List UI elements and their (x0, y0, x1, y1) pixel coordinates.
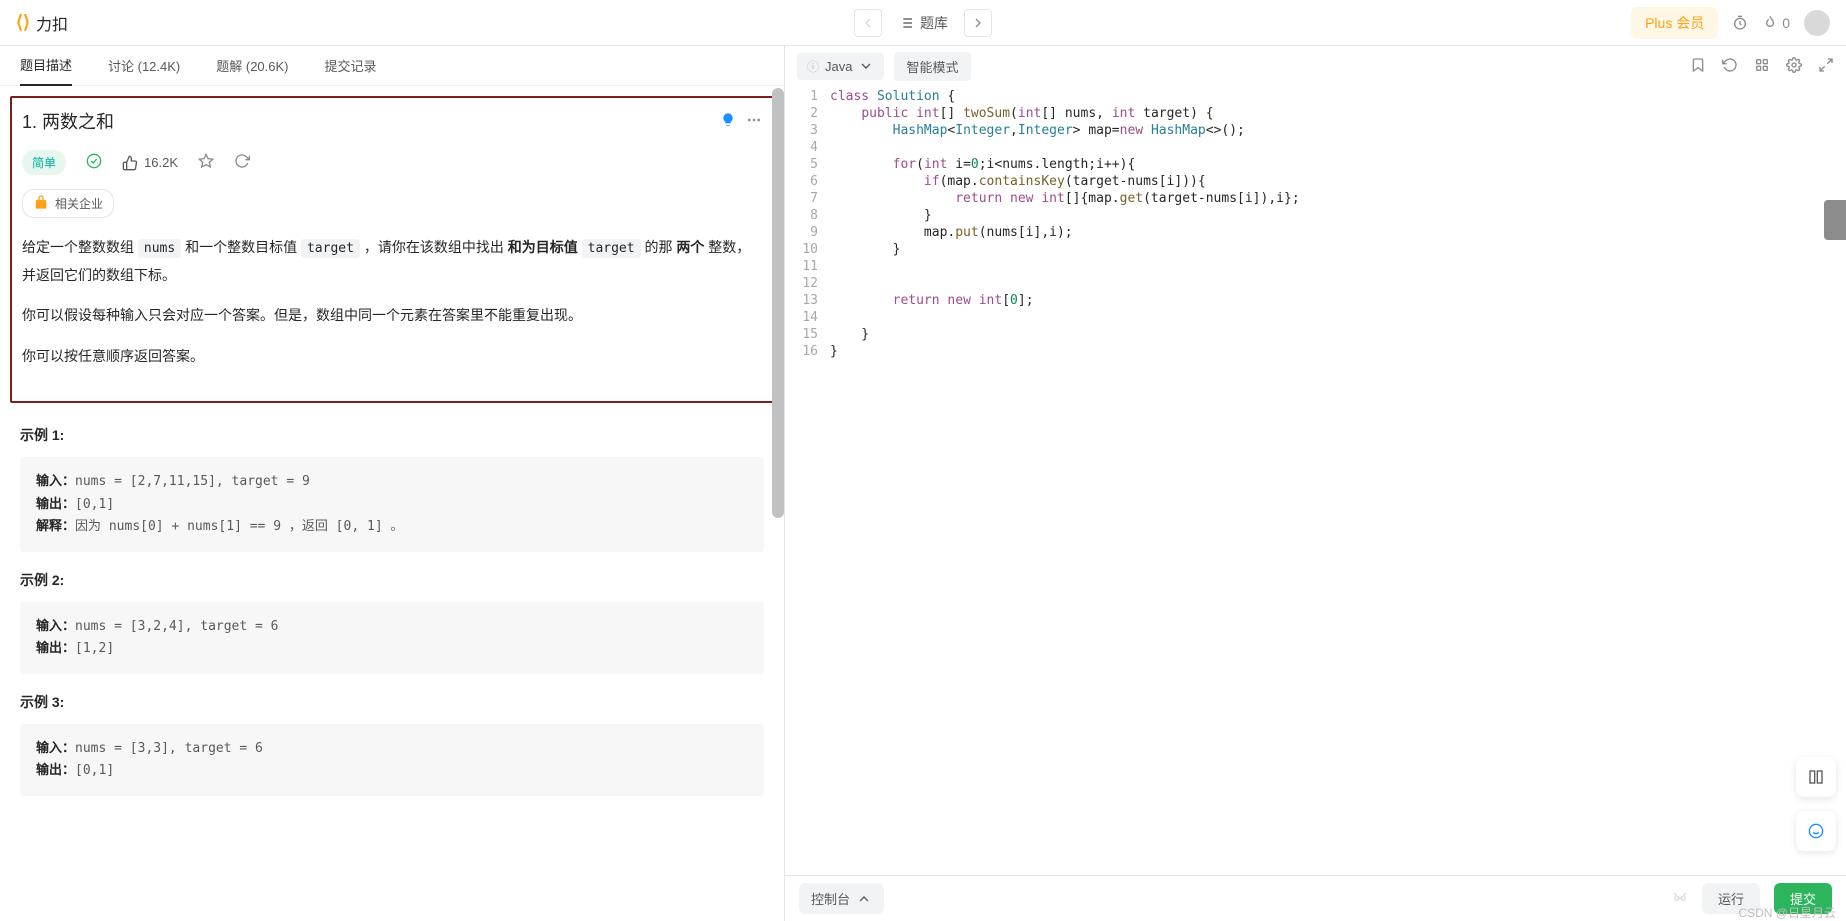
console-label: 控制台 (811, 889, 850, 908)
example-block: 输入：nums = [3,3], target = 6输出：[0,1] (20, 724, 764, 796)
settings-button[interactable] (1786, 57, 1802, 76)
thumbs-up-icon (122, 155, 138, 171)
editor-bottom-bar: 控制台 运行 提交 (785, 875, 1846, 921)
smile-icon (1808, 823, 1824, 839)
problem-list-link[interactable]: 题库 (890, 13, 956, 33)
streak-button[interactable]: 0 (1762, 15, 1790, 31)
lock-icon (33, 194, 49, 213)
problem-description: 给定一个整数数组 nums 和一个整数目标值 target ，请你在该数组中找出… (22, 234, 762, 369)
logo[interactable]: ⟨⟩ 力扣 (16, 11, 68, 35)
chevron-up-icon (856, 891, 872, 907)
language-select[interactable]: ⓘ Java (797, 53, 884, 80)
share-button[interactable] (234, 153, 250, 172)
timer-button[interactable] (1732, 15, 1748, 31)
tab-discuss[interactable]: 讨论 (12.4K) (108, 46, 180, 86)
line-gutter: 12345678910111213141516 (785, 88, 830, 875)
scrollbar[interactable] (772, 88, 784, 518)
fullscreen-icon (1818, 57, 1834, 73)
tab-submissions[interactable]: 提交记录 (325, 46, 377, 86)
language-label: Java (825, 59, 852, 74)
right-side-tab[interactable] (1824, 200, 1846, 240)
glasses-icon (1672, 889, 1688, 905)
problem-title: 1. 两数之和 (22, 108, 720, 134)
code-area[interactable]: class Solution { public int[] twoSum(int… (830, 88, 1846, 875)
tab-solutions[interactable]: 题解 (20.6K) (216, 46, 288, 86)
format-button[interactable] (1672, 889, 1688, 908)
smart-mode-button[interactable]: 智能模式 (894, 52, 970, 81)
example-title: 示例 2: (10, 570, 774, 590)
problem-header-box: 1. 两数之和 简单 (10, 96, 774, 403)
info-icon: ⓘ (807, 58, 819, 75)
shortcuts-button[interactable] (1754, 57, 1770, 76)
chevron-down-icon (858, 58, 874, 74)
share-icon (234, 153, 250, 169)
chevron-left-icon (860, 15, 876, 31)
solved-icon (86, 153, 102, 172)
fullscreen-button[interactable] (1818, 57, 1834, 76)
avatar[interactable] (1804, 10, 1830, 36)
streak-count: 0 (1782, 15, 1790, 31)
keyboard-icon (1754, 57, 1770, 73)
fire-icon (1762, 15, 1778, 31)
feedback-button[interactable] (1796, 811, 1836, 851)
clock-icon (1732, 15, 1748, 31)
watermark: CSDN @日星月云 (1738, 904, 1836, 921)
list-icon (898, 15, 914, 31)
example-title: 示例 3: (10, 692, 774, 712)
editor-toolbar: ⓘ Java 智能模式 (785, 46, 1846, 86)
top-toolbar: ⟨⟩ 力扣 题库 Plus 会员 0 (0, 0, 1846, 46)
description-pane: 题目描述 讨论 (12.4K) 题解 (20.6K) 提交记录 1. 两数之和 (0, 46, 785, 921)
code-editor[interactable]: 12345678910111213141516 class Solution {… (785, 86, 1846, 875)
editor-pane: ⓘ Java 智能模式 12345678910111213141516 clas… (785, 46, 1846, 921)
description-content: 1. 两数之和 简单 (0, 86, 784, 921)
companies-button[interactable]: 相关企业 (22, 189, 114, 218)
layout-icon (1808, 769, 1824, 785)
center-nav: 题库 (854, 9, 992, 37)
hint-icon[interactable] (720, 112, 736, 131)
chevron-right-icon (970, 15, 986, 31)
difficulty-badge: 简单 (22, 150, 66, 175)
layout-toggle-button[interactable] (1796, 757, 1836, 797)
gear-icon (1786, 57, 1802, 73)
next-problem-button[interactable] (964, 9, 992, 37)
console-toggle[interactable]: 控制台 (799, 883, 884, 914)
leetcode-logo-icon: ⟨⟩ (16, 12, 30, 33)
reset-button[interactable] (1722, 57, 1738, 76)
prev-problem-button[interactable] (854, 9, 882, 37)
example-block: 输入：nums = [2,7,11,15], target = 9输出：[0,1… (20, 457, 764, 551)
example-block: 输入：nums = [3,2,4], target = 6输出：[1,2] (20, 602, 764, 674)
left-tabs: 题目描述 讨论 (12.4K) 题解 (20.6K) 提交记录 (0, 46, 784, 86)
problem-list-label: 题库 (920, 13, 948, 33)
like-button[interactable]: 16.2K (122, 155, 178, 171)
more-icon[interactable] (746, 112, 762, 131)
example-title: 示例 1: (10, 425, 774, 445)
plus-membership-button[interactable]: Plus 会员 (1631, 7, 1718, 39)
bookmark-icon (1690, 57, 1706, 73)
logo-text: 力扣 (36, 11, 68, 35)
like-count: 16.2K (144, 155, 178, 170)
star-icon (198, 153, 214, 169)
favorite-button[interactable] (198, 153, 214, 172)
companies-label: 相关企业 (55, 195, 103, 212)
bookmark-button[interactable] (1690, 57, 1706, 76)
reset-icon (1722, 57, 1738, 73)
tab-description[interactable]: 题目描述 (20, 46, 72, 86)
